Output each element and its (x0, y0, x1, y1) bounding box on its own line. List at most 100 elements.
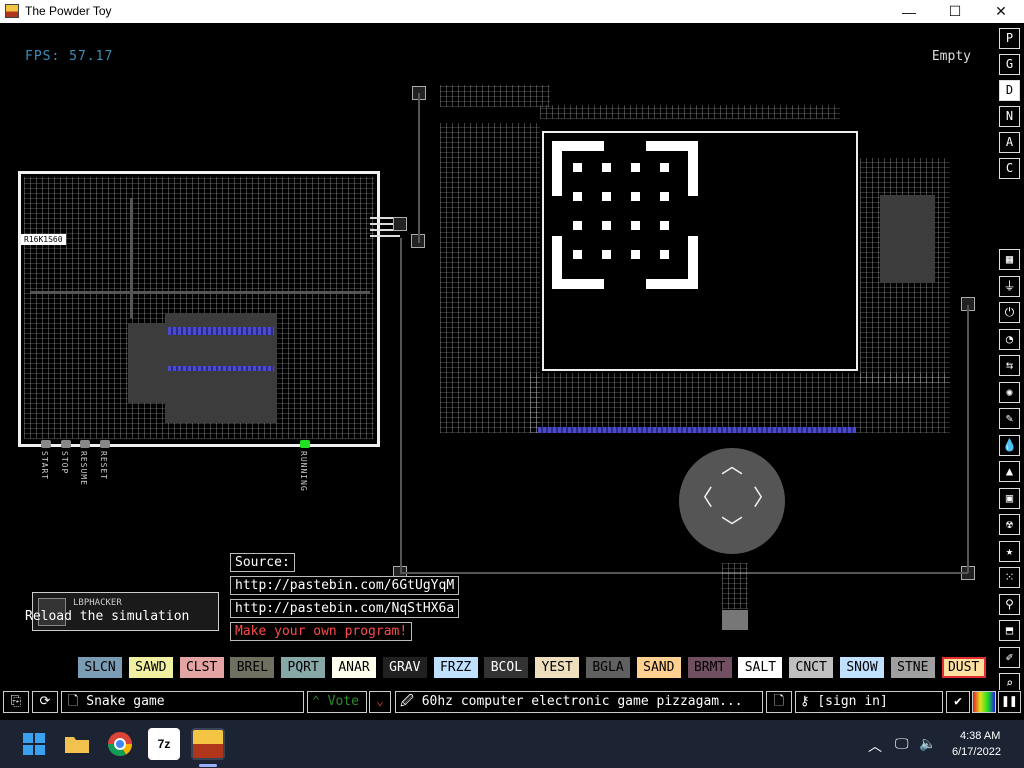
pause-button[interactable]: ❚❚ (998, 691, 1021, 713)
element-snow[interactable]: SNOW (840, 657, 884, 678)
dpad-up-button[interactable]: ︿ (719, 456, 745, 478)
grid-dot (660, 221, 669, 230)
electronics-icon[interactable]: ⏚ (999, 275, 1020, 297)
dpad-down-button[interactable]: ﹀ (719, 518, 745, 540)
special-icon[interactable]: ★ (999, 540, 1020, 562)
gases-icon[interactable]: ✎ (999, 408, 1020, 429)
active-app-indicator (199, 764, 217, 767)
element-bcol[interactable]: BCOL (484, 657, 529, 678)
element-grav[interactable]: GRAV (382, 657, 427, 678)
reload-button[interactable]: ⟳ (32, 691, 58, 713)
right-menu-bar: PGDNAC▦⏚⏻◔⇆✺✎💧▲▣☢★⁙⚲⬒✐⌕❚❚ (996, 23, 1024, 694)
tools-icon[interactable]: ⚲ (999, 593, 1020, 615)
cpu-diagonal-block (128, 323, 166, 403)
7zip-icon[interactable]: 7z (148, 728, 180, 760)
running-led (300, 440, 310, 448)
element-pqrt[interactable]: PQRT (281, 657, 326, 678)
menu-button-d[interactable]: D (999, 80, 1020, 101)
element-salt[interactable]: SALT (738, 657, 783, 678)
menu-button-g[interactable]: G (999, 54, 1020, 75)
sign-in-label: [sign in] (817, 694, 888, 709)
new-simulation-button[interactable]: 🗋 (766, 691, 792, 713)
liquids-icon[interactable]: 💧 (999, 434, 1020, 456)
grid-dot (631, 192, 640, 201)
element-clst[interactable]: CLST (179, 657, 224, 678)
save-icon: 🗋 (68, 694, 87, 709)
element-sand[interactable]: SAND (636, 657, 681, 678)
sign-in-button[interactable]: ⚷ [sign in] (795, 691, 943, 713)
description-label: 60hz computer electronic game pizzagam..… (421, 694, 743, 709)
powder-toy-app-icon (5, 4, 19, 18)
window-title: The Powder Toy (25, 4, 112, 18)
clock-time[interactable]: 4:38 AM (960, 730, 1000, 742)
sensors-icon[interactable]: ◔ (999, 328, 1020, 350)
element-frzz[interactable]: FRZZ (433, 657, 478, 678)
reset-label: RESET (99, 451, 108, 481)
powder-toy-taskbar-icon[interactable] (191, 728, 225, 760)
element-bgla[interactable]: BGLA (586, 657, 630, 678)
key-icon: ⚷ (800, 694, 818, 709)
element-stne[interactable]: STNE (890, 657, 935, 678)
element-dust[interactable]: DUST (941, 657, 986, 678)
description-icon: 🖉 (400, 694, 422, 709)
element-cnct[interactable]: CNCT (789, 657, 834, 678)
favorites-icon[interactable]: ⬒ (999, 620, 1020, 641)
save-author: LBPHACKER (73, 598, 122, 608)
solids-icon[interactable]: ▣ (999, 487, 1020, 509)
maximize-button[interactable]: ☐ (932, 0, 978, 23)
force-icon[interactable]: ⇆ (999, 355, 1020, 376)
cpu-blue-traces-2 (168, 366, 274, 371)
grid-dot (631, 221, 640, 230)
grid-dot (573, 192, 582, 201)
plug-wires (722, 563, 748, 609)
powered-icon[interactable]: ⏻ (999, 302, 1020, 323)
close-button[interactable]: ✕ (978, 0, 1024, 23)
grid-dot (602, 250, 611, 259)
element-brel[interactable]: BREL (230, 657, 275, 678)
vote-up-button[interactable]: ⌃ Vote (307, 691, 367, 713)
source-heading: Source: (230, 553, 295, 572)
open-save-button[interactable]: ⎘ (3, 691, 29, 713)
radioactive-icon[interactable]: ☢ (999, 514, 1020, 535)
chrome-icon[interactable] (104, 728, 136, 760)
simulation-canvas[interactable]: FPS: 57.17 Empty R16K1S60 START STOP RES… (0, 23, 995, 685)
tray-overflow-icon[interactable]: ︿ (868, 736, 882, 756)
element-brmt[interactable]: BRMT (687, 657, 732, 678)
settings-button[interactable]: ✔ (946, 691, 970, 713)
wire-right (967, 305, 969, 573)
walls-icon[interactable]: ▦ (999, 249, 1020, 270)
element-sawd[interactable]: SAWD (128, 657, 173, 678)
explosives-icon[interactable]: ✺ (999, 381, 1020, 403)
save-name-field[interactable]: 🗋 Snake game (61, 691, 304, 713)
menu-button-a[interactable]: A (999, 132, 1020, 153)
menu-button-n[interactable]: N (999, 106, 1020, 127)
start-menu-icon[interactable] (18, 728, 50, 760)
source-link-2: http://pastebin.com/NqStHX6a (230, 599, 460, 618)
display-mode-button[interactable] (972, 691, 996, 713)
powders-icon[interactable]: ▲ (999, 461, 1020, 482)
element-anar[interactable]: ANAR (332, 657, 376, 678)
decoration-icon[interactable]: ✐ (999, 646, 1020, 668)
volume-icon[interactable]: 🔈 (919, 735, 936, 752)
reload-tooltip-text: Reload the simulation (25, 609, 190, 624)
cpu-vertical-trace (130, 198, 133, 318)
bottom-toolbar: ⎘ ⟳ 🗋 Snake game ⌃ Vote ⌄ 🖉 60hz compute… (0, 690, 1024, 715)
vote-down-button[interactable]: ⌄ (369, 691, 391, 713)
menu-button-p[interactable]: P (999, 28, 1020, 49)
network-icon[interactable]: 🖵 (895, 735, 909, 752)
make-your-own-program: Make your own program! (230, 622, 413, 641)
menu-button-c[interactable]: C (999, 158, 1020, 179)
save-description[interactable]: 🖉 60hz computer electronic game pizzagam… (395, 691, 763, 713)
file-explorer-icon[interactable] (61, 728, 93, 760)
clock-date[interactable]: 6/17/2022 (952, 746, 1001, 758)
dpad-controller[interactable]: ︿ ﹀ 〈 〉 (679, 448, 785, 554)
minimize-button[interactable]: — (886, 0, 932, 23)
source-link-1: http://pastebin.com/6GtUgYqM (230, 576, 460, 595)
power-plug (722, 610, 748, 630)
stop-label: STOP (60, 451, 69, 475)
life-icon[interactable]: ⁙ (999, 567, 1020, 588)
dpad-right-button[interactable]: 〉 (751, 488, 777, 510)
element-slcn[interactable]: SLCN (78, 657, 122, 678)
element-yest[interactable]: YEST (535, 657, 580, 678)
dpad-left-button[interactable]: 〈 (689, 488, 715, 510)
